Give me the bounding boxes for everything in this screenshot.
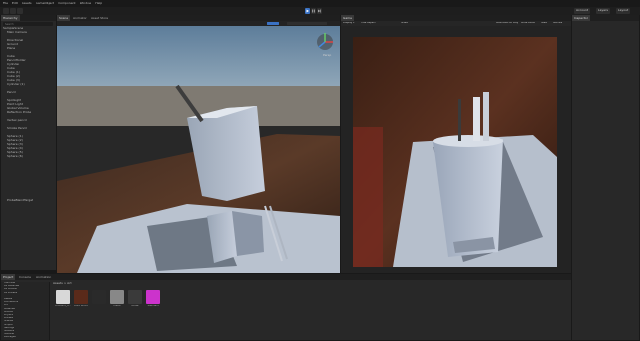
inspector-tabbar: Inspector	[572, 15, 639, 21]
hierarchy-tabbar: Hierarchy	[1, 15, 56, 21]
play-button[interactable]	[305, 8, 310, 14]
scene-2d-toggle[interactable]	[267, 22, 279, 25]
display-select[interactable]: Display 1	[343, 22, 355, 25]
asset-label: Noise	[131, 305, 139, 307]
game-rug	[353, 127, 383, 267]
tab-project[interactable]: Project	[1, 274, 16, 280]
project-tree-item[interactable]: All Prefabs	[4, 292, 17, 297]
mute-toggle[interactable]: Mute Audio	[521, 22, 535, 25]
project-tree-item[interactable]: Packages	[4, 336, 16, 341]
asset-thumbnail[interactable]	[92, 290, 106, 304]
rotate-tool-icon[interactable]	[17, 8, 23, 14]
menu-gameobject[interactable]: GameObject	[36, 2, 55, 5]
game-pencil-white-1	[473, 97, 480, 141]
project-panel: Project Console Animation Favorites All M…	[1, 274, 571, 340]
asset-thumbnail[interactable]	[74, 290, 88, 304]
game-pencil-white-2	[483, 92, 489, 141]
hierarchy-row[interactable]: Sphere (6)	[7, 155, 23, 159]
scene-tool-strip[interactable]	[287, 22, 327, 25]
game-panel: Game Display 1 Free Aspect Scale Maximiz…	[341, 15, 571, 273]
aspect-select[interactable]: Free Aspect	[361, 22, 376, 25]
game-toolbar: Display 1 Free Aspect Scale Maximize On …	[341, 21, 571, 26]
scene-cube-side	[232, 211, 264, 256]
project-folder-tree: Favorites All Materials All Models All Pref…	[1, 282, 49, 340]
hierarchy-row[interactable]: Smoke Pencil	[7, 127, 27, 131]
asset-thumbnail[interactable]	[128, 290, 142, 304]
tab-animation[interactable]: Animation	[34, 274, 53, 280]
persp-label: Persp	[323, 53, 331, 57]
menu-edit[interactable]: Edit	[12, 2, 18, 5]
play-icon	[306, 9, 309, 13]
layout-dropdown[interactable]: Layout	[616, 8, 631, 14]
scene-panel: Scene Animator Asset Store Persp	[57, 15, 340, 273]
gizmos-toggle[interactable]: Gizmos	[553, 22, 562, 25]
stats-toggle[interactable]: Stats	[541, 22, 547, 25]
asset-label: Standard	[147, 305, 159, 307]
game-holder-rim	[433, 135, 503, 147]
project-tabbar: Project Console Animation	[1, 274, 571, 280]
menu-component[interactable]: Component	[58, 2, 75, 5]
asset-thumbnail[interactable]	[146, 290, 160, 304]
scene-viewport[interactable]: Persp	[57, 26, 340, 273]
asset-label: Ambient_o...	[55, 305, 71, 307]
scale-slider[interactable]: Scale	[401, 22, 408, 25]
tab-inspector[interactable]: Inspector	[572, 15, 590, 21]
asset-thumbnail[interactable]	[110, 290, 124, 304]
step-icon	[318, 9, 321, 13]
hierarchy-panel: Hierarchy Search SampleScene Main Camera D…	[1, 15, 56, 270]
hierarchy-row[interactable]: ProbeBlendTarget	[7, 199, 33, 203]
move-tool-icon[interactable]	[10, 8, 16, 14]
main-toolbar: Account Layers Layout	[0, 7, 640, 15]
hierarchy-row[interactable]: Pencil	[7, 91, 16, 95]
menu-assets[interactable]: Assets	[22, 2, 32, 5]
asset-label: Metal	[113, 305, 121, 307]
hierarchy-row[interactable]: Main Camera	[7, 31, 27, 35]
inspector-panel: Inspector	[572, 15, 639, 340]
hierarchy-row[interactable]: Vertex pencil	[7, 119, 27, 123]
menu-bar: File Edit Assets GameObject Component Wi…	[0, 0, 640, 7]
pause-button[interactable]	[311, 8, 316, 14]
menu-file[interactable]: File	[3, 2, 8, 5]
pause-icon	[312, 9, 315, 13]
hand-tool-icon[interactable]	[3, 8, 9, 14]
breadcrumb: Assets > Art	[53, 282, 72, 285]
layers-dropdown[interactable]: Layers	[596, 8, 610, 14]
menu-help[interactable]: Help	[95, 2, 102, 5]
step-button[interactable]	[317, 8, 322, 14]
game-pencil-dark	[458, 99, 461, 141]
tab-hierarchy[interactable]: Hierarchy	[1, 15, 20, 21]
account-dropdown[interactable]: Account	[574, 8, 591, 14]
game-viewport[interactable]	[353, 37, 557, 267]
hierarchy-search-input[interactable]: Search	[3, 22, 53, 26]
hierarchy-row[interactable]: Plane	[7, 47, 15, 51]
maximize-toggle[interactable]: Maximize On Play	[496, 22, 518, 25]
asset-thumbnail[interactable]	[56, 290, 70, 304]
tab-console[interactable]: Console	[17, 274, 33, 280]
hierarchy-row[interactable]: Cylinder (1)	[7, 83, 25, 87]
project-divider	[49, 282, 50, 340]
hierarchy-row[interactable]: Reflection Probe	[7, 111, 31, 115]
menu-window[interactable]: Window	[80, 2, 92, 5]
asset-label: Dark Wood	[74, 305, 88, 307]
